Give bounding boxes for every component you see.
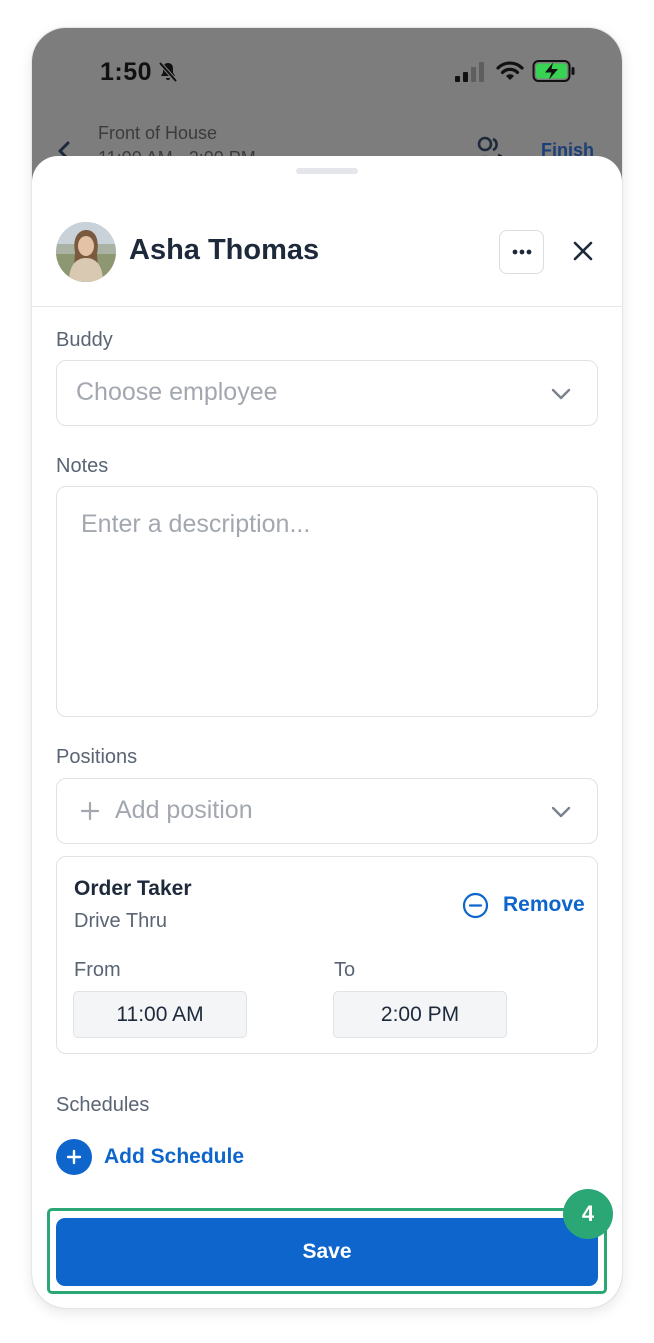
header-divider bbox=[32, 306, 622, 307]
chevron-down-icon bbox=[551, 388, 571, 400]
notes-placeholder: Enter a description... bbox=[81, 510, 311, 538]
to-label: To bbox=[334, 959, 356, 981]
add-position-placeholder: Add position bbox=[115, 796, 253, 824]
notes-label: Notes bbox=[56, 455, 109, 477]
from-label: From bbox=[74, 959, 121, 981]
end-time-field[interactable]: 2:00 PM bbox=[333, 991, 507, 1038]
bottom-sheet: Asha Thomas Buddy Choose employee Notes … bbox=[32, 156, 622, 1308]
remove-label: Remove bbox=[503, 893, 585, 916]
start-time-field[interactable]: 11:00 AM bbox=[73, 991, 247, 1038]
schedules-label: Schedules bbox=[56, 1094, 150, 1116]
battery-charging-icon bbox=[532, 60, 575, 82]
phone-frame: 1:50 Front of House 11: bbox=[32, 28, 622, 1308]
buddy-label: Buddy bbox=[56, 329, 113, 351]
tutorial-highlight-frame bbox=[47, 1208, 607, 1294]
schedule-area-title: Front of House bbox=[98, 123, 218, 143]
step-number-badge: 4 bbox=[563, 1189, 613, 1239]
position-name: Order Taker bbox=[74, 877, 192, 900]
buddy-placeholder: Choose employee bbox=[76, 378, 278, 406]
status-time: 1:50 bbox=[100, 58, 153, 86]
avatar bbox=[56, 222, 116, 282]
position-area: Drive Thru bbox=[74, 910, 167, 932]
plus-circle-icon bbox=[56, 1139, 92, 1175]
wifi-icon bbox=[496, 61, 524, 80]
sheet-grabber[interactable] bbox=[296, 168, 358, 174]
cellular-signal-icon bbox=[455, 62, 484, 82]
add-position-select[interactable]: Add position bbox=[56, 778, 598, 844]
minus-circle-icon bbox=[462, 892, 489, 919]
notes-textarea[interactable]: Enter a description... bbox=[56, 486, 598, 717]
positions-label: Positions bbox=[56, 746, 138, 768]
buddy-select[interactable]: Choose employee bbox=[56, 360, 598, 426]
chevron-down-icon bbox=[551, 806, 571, 818]
employee-photo bbox=[56, 222, 116, 282]
bell-muted-icon bbox=[158, 61, 178, 83]
plus-icon bbox=[80, 801, 100, 821]
employee-name: Asha Thomas bbox=[129, 234, 320, 266]
ellipsis-icon bbox=[512, 249, 532, 255]
status-bar: 1:50 bbox=[32, 28, 622, 118]
add-schedule-label: Add Schedule bbox=[104, 1145, 245, 1168]
more-options-button[interactable] bbox=[499, 230, 544, 274]
position-card: Order Taker Drive Thru Remove From To 11… bbox=[56, 856, 598, 1054]
close-icon[interactable] bbox=[568, 236, 598, 266]
